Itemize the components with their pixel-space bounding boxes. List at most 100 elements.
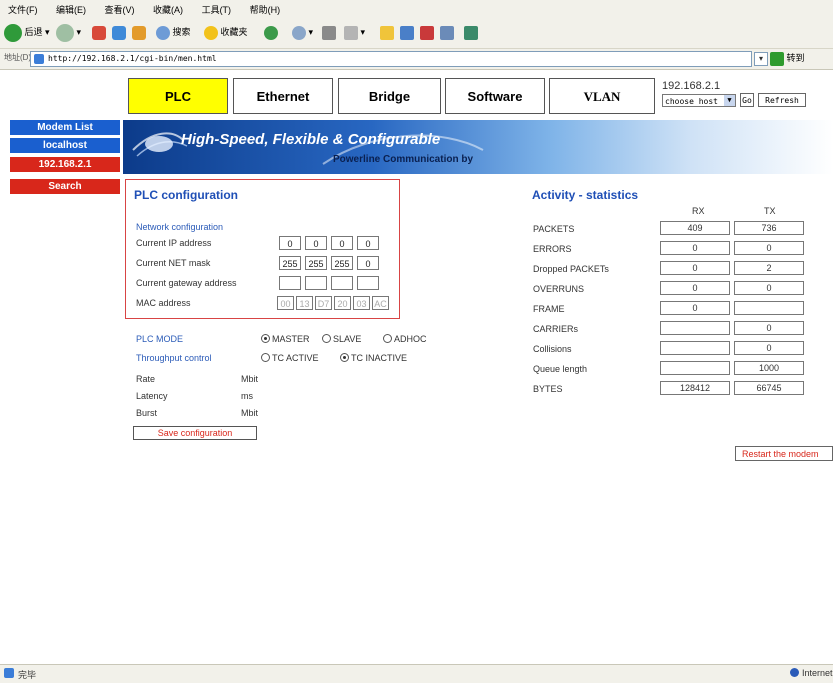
address-bar: 地址(D) http://192.168.2.1/cgi-bin/men.htm… <box>0 49 833 70</box>
tools-button-1[interactable] <box>400 22 414 42</box>
address-label: 地址(D) <box>4 53 32 62</box>
sidebar-item-search[interactable]: Search <box>10 179 120 194</box>
mail-button[interactable]: ▾ <box>292 22 313 42</box>
favorites-button[interactable]: 收藏夹 <box>204 22 248 42</box>
stat-rx-frame: 0 <box>660 301 730 315</box>
mask-octet-4[interactable]: 0 <box>357 256 379 270</box>
mac-byte-2: 13 <box>296 296 313 310</box>
refresh-host-button[interactable]: Refresh <box>758 93 806 107</box>
folder-icon <box>380 25 394 40</box>
stat-label-dropped: Dropped PACKETs <box>533 264 609 274</box>
stop-icon <box>92 25 106 40</box>
radio-adhoc[interactable]: ADHOC <box>383 334 427 344</box>
tx-header: TX <box>764 206 776 216</box>
print-button[interactable] <box>322 22 336 42</box>
stat-tx-frame <box>734 301 804 315</box>
mac-byte-3: D7 <box>315 296 332 310</box>
gateway-octet-3[interactable] <box>331 276 353 290</box>
browser-toolbar: 后退 ▾ ▾ 搜索 收藏夹 ▾ ▾ <box>0 18 833 49</box>
stat-tx-overruns: 0 <box>734 281 804 295</box>
page-icon <box>34 54 44 64</box>
tools-button-2[interactable] <box>420 22 434 42</box>
mail-icon <box>292 25 306 40</box>
menu-favorites[interactable]: 收藏(A) <box>153 3 183 16</box>
refresh-icon <box>112 25 126 40</box>
tab-ethernet[interactable]: Ethernet <box>233 78 333 114</box>
gateway-octet-4[interactable] <box>357 276 379 290</box>
browser-statusbar: 完毕 Internet <box>0 664 833 683</box>
stat-label-collisions: Collisions <box>533 344 572 354</box>
radio-tc-active[interactable]: TC ACTIVE <box>261 353 319 363</box>
sidebar-item-modem-list[interactable]: Modem List <box>10 120 120 135</box>
radio-slave[interactable]: SLAVE <box>322 334 361 344</box>
stat-rx-packets: 409 <box>660 221 730 235</box>
folder-button[interactable] <box>380 22 394 42</box>
address-dropdown-button[interactable]: ▾ <box>754 52 768 66</box>
gateway-octet-1[interactable] <box>279 276 301 290</box>
tools-button-4[interactable] <box>464 22 478 42</box>
restart-modem-button[interactable]: Restart the modem <box>735 446 833 461</box>
messenger-icon <box>440 25 454 40</box>
menu-help[interactable]: 帮助(H) <box>250 3 281 16</box>
plc-config-title: PLC configuration <box>134 188 238 202</box>
radio-adhoc-icon <box>383 334 392 343</box>
mask-octet-2[interactable]: 255 <box>305 256 327 270</box>
mac-label: MAC address <box>136 298 191 308</box>
gateway-octet-2[interactable] <box>305 276 327 290</box>
stat-label-queue: Queue length <box>533 364 588 374</box>
burst-label: Burst <box>136 408 158 418</box>
stat-tx-carriers: 0 <box>734 321 804 335</box>
search-button[interactable]: 搜索 <box>156 22 191 42</box>
tab-vlan[interactable]: VLAN <box>549 78 655 114</box>
home-icon <box>132 25 146 40</box>
ip-octet-1[interactable]: 0 <box>279 236 301 250</box>
ip-octet-2[interactable]: 0 <box>305 236 327 250</box>
ip-octet-4[interactable]: 0 <box>357 236 379 250</box>
forward-button[interactable]: ▾ <box>56 22 81 42</box>
tab-bridge[interactable]: Bridge <box>338 78 441 114</box>
menu-view[interactable]: 查看(V) <box>105 3 135 16</box>
radio-master[interactable]: MASTER <box>261 334 310 344</box>
stop-button[interactable] <box>92 22 106 42</box>
go-host-button[interactable]: Go <box>740 93 754 107</box>
stat-label-errors: ERRORS <box>533 244 572 254</box>
chart-icon <box>420 25 434 40</box>
mac-byte-6: AC <box>372 296 389 310</box>
latency-label: Latency <box>136 391 168 401</box>
status-zone: Internet <box>802 668 833 678</box>
star-icon <box>204 25 218 40</box>
stat-label-carriers: CARRIERs <box>533 324 579 334</box>
go-button[interactable]: 转到 <box>770 51 805 66</box>
radio-slave-icon <box>322 334 331 343</box>
home-button[interactable] <box>132 22 146 42</box>
mask-octet-3[interactable]: 255 <box>331 256 353 270</box>
tools-button-3[interactable] <box>440 22 454 42</box>
back-button[interactable]: 后退 ▾ <box>4 22 50 42</box>
radio-tc-inactive[interactable]: TC INACTIVE <box>340 353 407 363</box>
edit-button[interactable]: ▾ <box>344 22 365 42</box>
tab-plc[interactable]: PLC <box>128 78 228 114</box>
stat-tx-queue: 1000 <box>734 361 804 375</box>
ip-octet-3[interactable]: 0 <box>331 236 353 250</box>
stat-rx-queue <box>660 361 730 375</box>
menu-edit[interactable]: 编辑(E) <box>56 3 86 16</box>
address-input[interactable]: http://192.168.2.1/cgi-bin/men.html <box>30 51 752 67</box>
refresh-button[interactable] <box>112 22 126 42</box>
radio-tc-inactive-icon <box>340 353 349 362</box>
throughput-label: Throughput control <box>136 353 212 363</box>
host-select[interactable]: choose host ▼ <box>662 94 736 107</box>
mask-octet-1[interactable]: 255 <box>279 256 301 270</box>
save-configuration-button[interactable]: Save configuration <box>133 426 257 440</box>
tab-software[interactable]: Software <box>445 78 545 114</box>
stat-rx-carriers <box>660 321 730 335</box>
history-button[interactable] <box>264 22 278 42</box>
menu-file[interactable]: 文件(F) <box>8 3 38 16</box>
stat-label-overruns: OVERRUNS <box>533 284 585 294</box>
sidebar-item-host[interactable]: 192.168.2.1 <box>10 157 120 172</box>
tool-icon <box>400 25 414 40</box>
stat-rx-bytes: 128412 <box>660 381 730 395</box>
stat-tx-packets: 736 <box>734 221 804 235</box>
menu-tools[interactable]: 工具(T) <box>202 3 232 16</box>
sidebar-item-localhost[interactable]: localhost <box>10 138 120 153</box>
people-icon <box>464 25 478 40</box>
